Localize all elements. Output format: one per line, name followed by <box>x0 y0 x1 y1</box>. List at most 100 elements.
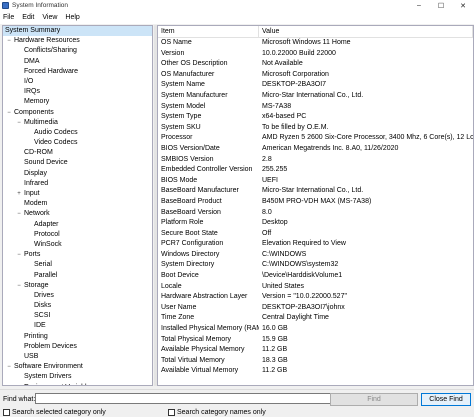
table-row[interactable]: BaseBoard Version 8.0 <box>158 208 473 219</box>
close-find-button[interactable]: Close Find <box>421 393 471 406</box>
table-row[interactable]: System Manufacturer Micro-Star Internatio… <box>158 91 473 102</box>
collapse-icon[interactable]: − <box>16 120 22 126</box>
table-row[interactable]: OS Name Microsoft Windows 11 Home <box>158 38 473 49</box>
table-row[interactable]: Time Zone Central Daylight Time <box>158 313 473 324</box>
table-row[interactable]: BaseBoard Manufacturer Micro-Star Interna… <box>158 186 473 197</box>
table-row[interactable]: Secure Boot State Off <box>158 229 473 240</box>
item-cell: Embedded Controller Version <box>161 166 253 174</box>
table-row[interactable]: User Name DESKTOP-2BA3OI7\johnx <box>158 303 473 314</box>
find-button[interactable]: Find <box>330 393 418 406</box>
tree-item[interactable]: Sound Device <box>3 158 152 168</box>
table-row[interactable]: Windows Directory C:\WINDOWS <box>158 250 473 261</box>
item-cell: User Name <box>161 303 197 311</box>
table-row[interactable]: Hardware Abstraction Layer Version = "10.… <box>158 292 473 303</box>
value-cell: Microsoft Corporation <box>262 70 329 78</box>
tree-item[interactable]: − Storage <box>3 281 152 291</box>
table-row[interactable]: System Type x64-based PC <box>158 112 473 123</box>
table-row[interactable]: System Directory C:\WINDOWS\system32 <box>158 260 473 271</box>
tree-item[interactable]: Audio Codecs <box>3 128 152 138</box>
tree-item[interactable]: Forced Hardware <box>3 67 152 77</box>
collapse-icon[interactable]: − <box>6 364 12 370</box>
collapse-icon[interactable]: − <box>6 38 12 44</box>
collapse-icon[interactable]: − <box>16 211 22 217</box>
table-row[interactable]: Processor AMD Ryzen 5 2600 Six-Core Proce… <box>158 133 473 144</box>
tree-item[interactable]: − Hardware Resources <box>3 36 152 46</box>
tree-item[interactable]: Video Codecs <box>3 138 152 148</box>
maximize-button[interactable]: ☐ <box>430 0 452 11</box>
tree-item[interactable]: I/O <box>3 77 152 87</box>
collapse-icon[interactable]: − <box>6 110 12 116</box>
tree-item[interactable]: System Summary <box>3 26 152 37</box>
menu-edit[interactable]: Edit <box>22 14 34 21</box>
checkbox-box[interactable] <box>3 409 10 416</box>
tree-item[interactable]: Protocol <box>3 230 152 240</box>
tree-item[interactable]: Parallel <box>3 271 152 281</box>
table-row[interactable]: Locale United States <box>158 282 473 293</box>
tree-item[interactable]: Modem <box>3 199 152 209</box>
tree-item[interactable]: − Ports <box>3 250 152 260</box>
tree-item[interactable]: Problem Devices <box>3 342 152 352</box>
menu-view[interactable]: View <box>42 14 57 21</box>
collapse-icon[interactable]: − <box>16 252 22 258</box>
search-category-names-checkbox[interactable]: Search category names only <box>168 409 266 416</box>
table-row[interactable]: Available Physical Memory 11.2 GB <box>158 345 473 356</box>
checkbox-box[interactable] <box>168 409 175 416</box>
tree-item[interactable]: − Multimedia <box>3 118 152 128</box>
tree-item[interactable]: Drives <box>3 291 152 301</box>
column-header-value[interactable]: Value <box>259 26 473 37</box>
collapse-icon[interactable]: − <box>16 283 22 289</box>
tree-item[interactable]: Adapter <box>3 220 152 230</box>
tree-item-label: Network <box>24 210 50 218</box>
table-row[interactable]: Version 10.0.22000 Build 22000 <box>158 49 473 60</box>
table-row[interactable]: System Model MS-7A38 <box>158 102 473 113</box>
table-row[interactable]: BIOS Version/Date American Megatrends Inc… <box>158 144 473 155</box>
tree-item[interactable]: CD-ROM <box>3 148 152 158</box>
table-row[interactable]: System Name DESKTOP-2BA3OI7 <box>158 80 473 91</box>
tree-item[interactable]: − Software Environment <box>3 362 152 372</box>
category-tree[interactable]: System Summary − Hardware Resources Conflic… <box>2 25 153 386</box>
tree-item[interactable]: − Network <box>3 209 152 219</box>
menu-help[interactable]: Help <box>65 14 79 21</box>
close-button[interactable]: ✕ <box>452 0 474 11</box>
tree-item[interactable]: DMA <box>3 57 152 67</box>
table-row[interactable]: Available Virtual Memory 11.2 GB <box>158 366 473 377</box>
tree-item[interactable]: Serial <box>3 260 152 270</box>
tree-item[interactable]: + Input <box>3 189 152 199</box>
search-selected-category-checkbox[interactable]: Search selected category only <box>3 409 106 416</box>
tree-item[interactable]: Display <box>3 169 152 179</box>
table-row[interactable]: System SKU To be filled by O.E.M. <box>158 123 473 134</box>
tree-item[interactable]: System Drivers <box>3 372 152 382</box>
table-row[interactable]: Total Virtual Memory 18.3 GB <box>158 356 473 367</box>
menu-file[interactable]: File <box>3 14 14 21</box>
table-row[interactable]: Other OS Description Not Available <box>158 59 473 70</box>
tree-item[interactable]: USB <box>3 352 152 362</box>
table-row[interactable]: Embedded Controller Version 255.255 <box>158 165 473 176</box>
tree-item[interactable]: Memory <box>3 97 152 107</box>
table-row[interactable]: Installed Physical Memory (RAM) 16.0 GB <box>158 324 473 335</box>
details-list[interactable]: Item Value OS Name Microsoft Windows 11 H… <box>157 25 474 386</box>
tree-item[interactable]: IDE <box>3 321 152 331</box>
table-row[interactable]: BaseBoard Product B450M PRO-VDH MAX (MS-7… <box>158 197 473 208</box>
table-row[interactable]: SMBIOS Version 2.8 <box>158 155 473 166</box>
tree-item[interactable]: Environment Variables <box>3 383 152 385</box>
table-row[interactable]: Total Physical Memory 15.9 GB <box>158 335 473 346</box>
expand-icon[interactable]: + <box>16 191 22 197</box>
table-row[interactable]: PCR7 Configuration Elevation Required to … <box>158 239 473 250</box>
tree-item[interactable]: Disks <box>3 301 152 311</box>
table-row[interactable]: OS Manufacturer Microsoft Corporation <box>158 70 473 81</box>
table-row[interactable]: Platform Role Desktop <box>158 218 473 229</box>
tree-item[interactable]: WinSock <box>3 240 152 250</box>
item-cell: BaseBoard Version <box>161 208 221 216</box>
tree-item[interactable]: Printing <box>3 332 152 342</box>
tree-item[interactable]: SCSI <box>3 311 152 321</box>
column-header-item[interactable]: Item <box>158 26 259 37</box>
tree-item[interactable]: Conflicts/Sharing <box>3 46 152 56</box>
tree-item[interactable]: − Components <box>3 108 152 118</box>
table-row[interactable]: Boot Device \Device\HarddiskVolume1 <box>158 271 473 282</box>
system-information-icon <box>2 2 9 9</box>
tree-item[interactable]: IRQs <box>3 87 152 97</box>
table-row[interactable]: BIOS Mode UEFI <box>158 176 473 187</box>
tree-item[interactable]: Infrared <box>3 179 152 189</box>
minimize-button[interactable]: – <box>408 0 430 11</box>
